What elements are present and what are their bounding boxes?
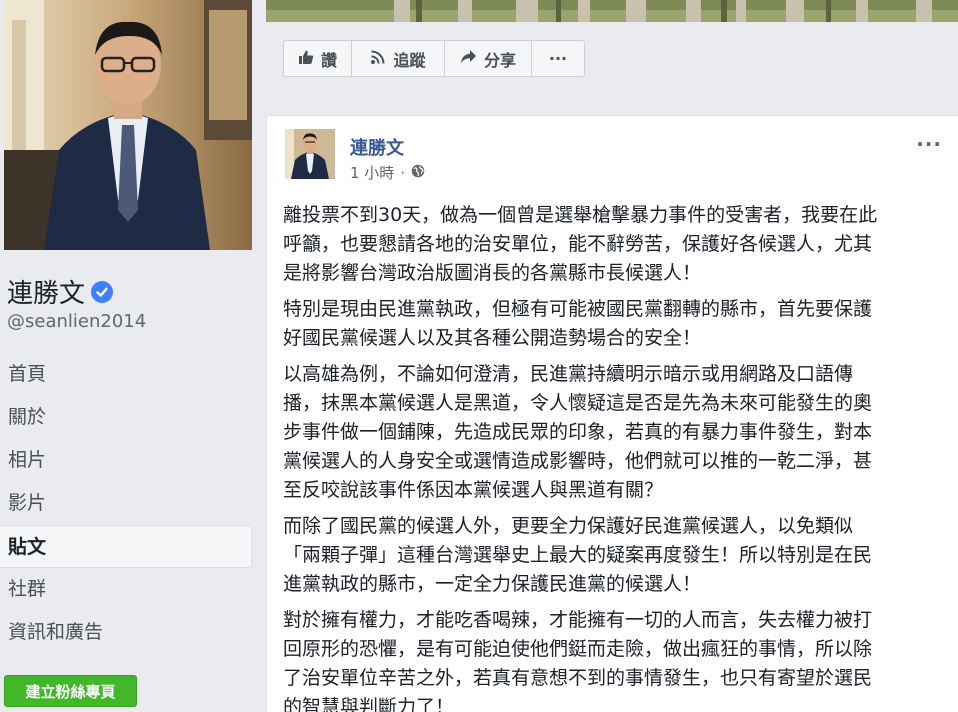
thumbs-up-icon xyxy=(298,49,314,69)
post-author-name[interactable]: 連勝文 xyxy=(350,134,404,160)
post-paragraph: 特別是現由民進黨執政，但極有可能被國民黨翻轉的縣市，首先要保護 好國民黨候選人以… xyxy=(283,298,873,349)
globe-icon[interactable] xyxy=(411,164,425,182)
share-arrow-icon xyxy=(460,49,477,68)
nav-item-community[interactable]: 社群 xyxy=(0,568,252,611)
post-paragraph: 而除了國民黨的候選人外，更要全力保護好民進黨候選人，以免類似 「兩顆子彈」這種台… xyxy=(283,515,873,595)
share-button[interactable]: 分享 xyxy=(445,41,532,76)
page-name-heading: 連勝文 xyxy=(7,273,114,310)
post-paragraph: 離投票不到30天，做為一個曾是選舉槍擊暴力事件的受害者，我要在此 呼籲，也要懇請… xyxy=(283,204,878,284)
more-dots-icon: ··· xyxy=(548,49,568,68)
post-meta: 1 小時 · xyxy=(350,162,425,183)
post-paragraph: 對於擁有權力，才能吃香喝辣，才能擁有一切的人而言，失去權力被打 回原形的恐懼，是… xyxy=(283,609,873,712)
post-card: 連勝文 1 小時 · ··· 離投票不到30天，做為一個曾是選舉槍擊暴力事件的受… xyxy=(266,115,958,712)
share-label: 分享 xyxy=(483,50,516,70)
post-author-avatar[interactable] xyxy=(285,129,335,179)
verified-check-icon xyxy=(91,280,114,303)
rss-follow-icon xyxy=(370,49,386,69)
page-username: @seanlien2014 xyxy=(7,311,147,332)
post-options-menu[interactable]: ··· xyxy=(916,132,942,156)
post-paragraph: 以高雄為例，不論如何澄清，民進黨持續明示暗示或用網路及口語傳 播，抹黑本黨候選人… xyxy=(283,363,873,501)
post-timestamp[interactable]: 1 小時 xyxy=(350,162,394,183)
profile-photo-image xyxy=(4,0,252,250)
nav-item-photos[interactable]: 相片 xyxy=(0,439,252,482)
nav-item-info-and-ads[interactable]: 資訊和廣告 xyxy=(0,611,252,654)
profile-picture[interactable] xyxy=(4,0,252,250)
more-options-button[interactable]: ··· xyxy=(532,41,584,76)
nav-item-posts[interactable]: 貼文 xyxy=(0,525,252,568)
follow-label: 追蹤 xyxy=(393,50,426,70)
nav-item-about[interactable]: 關於 xyxy=(0,396,252,439)
nav-item-videos[interactable]: 影片 xyxy=(0,482,252,525)
like-button[interactable]: 讚 xyxy=(284,41,352,76)
nav-item-home[interactable]: 首頁 xyxy=(0,353,252,396)
post-body: 離投票不到30天，做為一個曾是選舉槍擊暴力事件的受害者，我要在此 呼籲，也要懇請… xyxy=(283,201,949,712)
page-action-bar: 讚 追蹤 分享 ··· xyxy=(283,40,585,77)
follow-button[interactable]: 追蹤 xyxy=(352,41,445,76)
meta-separator: · xyxy=(400,163,406,182)
like-label: 讚 xyxy=(320,50,337,70)
cover-photo[interactable] xyxy=(266,0,958,22)
page-name: 連勝文 xyxy=(7,279,86,309)
left-nav: 首頁 關於 相片 影片 貼文 社群 資訊和廣告 xyxy=(0,353,252,654)
create-page-button[interactable]: 建立粉絲專頁 xyxy=(4,675,137,707)
